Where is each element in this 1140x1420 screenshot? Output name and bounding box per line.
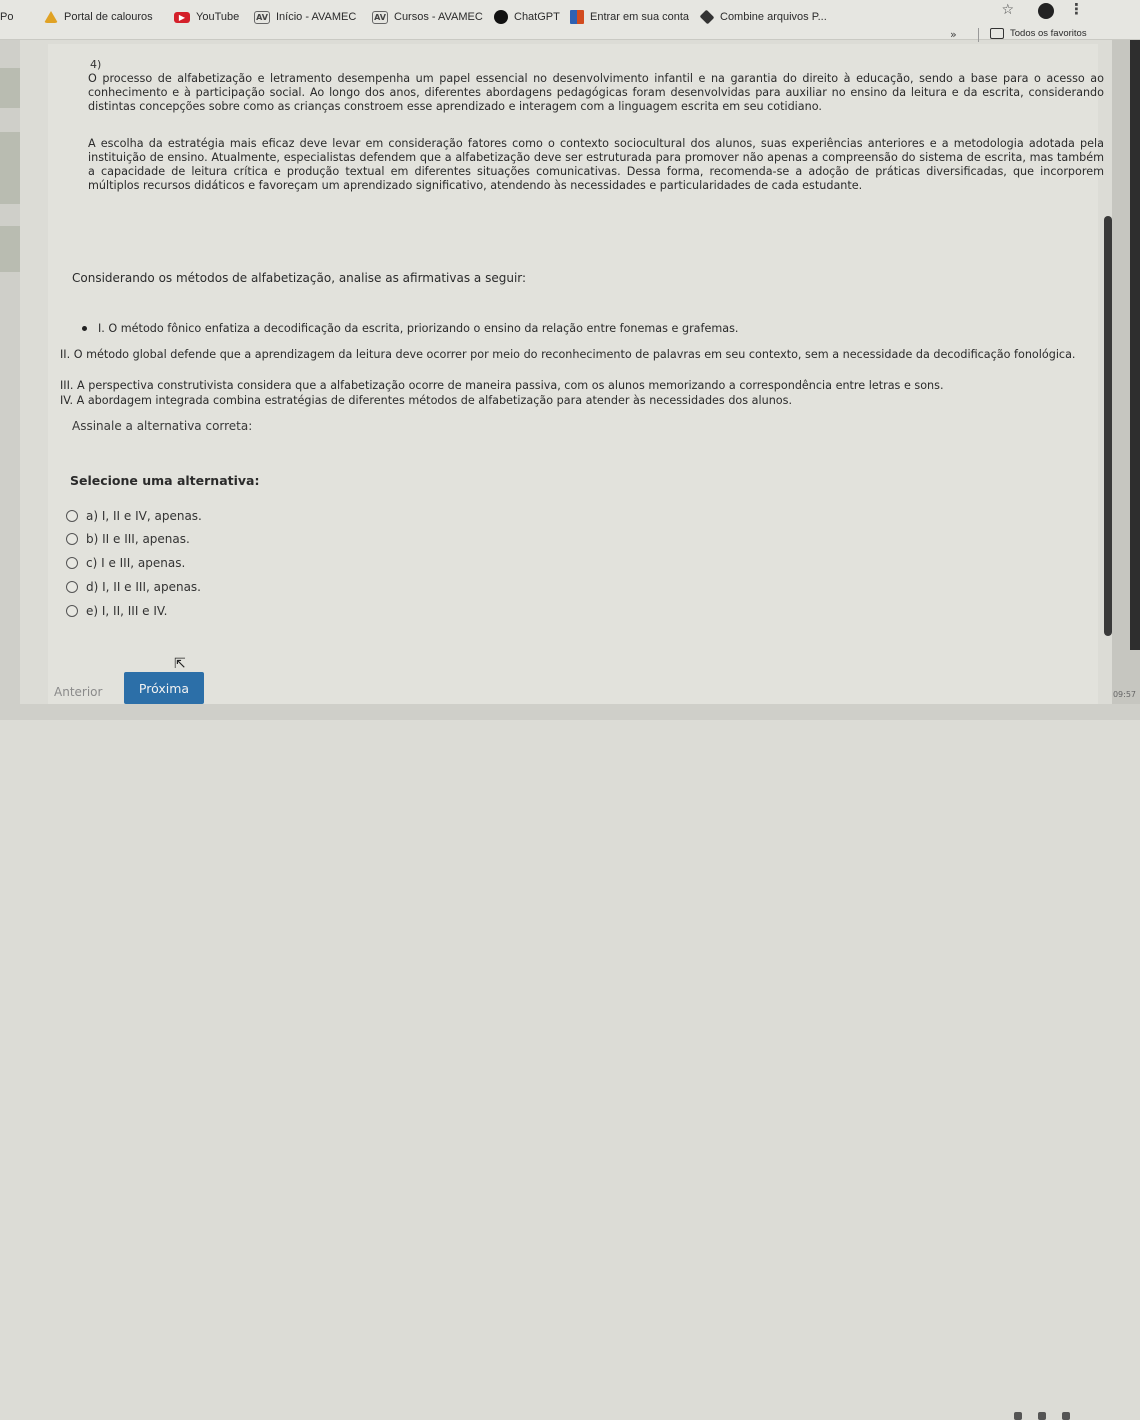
bookmarks-overflow-button[interactable]: » [950, 28, 957, 41]
window-scrollbar[interactable] [1130, 40, 1140, 650]
bookmark-label: YouTube [196, 11, 240, 23]
statement-4: IV. A abordagem integrada combina estrat… [60, 394, 793, 407]
bookmark-chatgpt[interactable]: ChatGPT [494, 6, 560, 28]
bookmark-label: Início - AVAMEC [276, 11, 357, 23]
radio-button[interactable] [66, 510, 78, 522]
bookmark-cursos-avamec[interactable]: AV Cursos - AVAMEC [372, 6, 483, 28]
star-icon[interactable]: ☆ [1001, 2, 1014, 18]
option-label: e) I, II, III e IV. [86, 604, 168, 618]
combine-icon [699, 9, 715, 25]
radio-button[interactable] [66, 533, 78, 545]
question-number: 4) [90, 58, 102, 71]
radio-button[interactable] [66, 557, 78, 569]
divider [978, 28, 979, 42]
battery-icon[interactable] [1062, 1412, 1070, 1420]
bullet-icon [82, 326, 87, 331]
statement-1: I. O método fônico enfatiza a decodifica… [98, 322, 739, 335]
left-sidebar [0, 40, 20, 720]
bookmark-entrar-em-sua-conta[interactable]: Entrar em sua conta [570, 6, 689, 28]
mouse-pointer-icon: ⇱ [174, 656, 186, 672]
option-d[interactable]: d) I, II e III, apenas. [66, 578, 201, 596]
menu-icon[interactable]: ⋮ [1069, 0, 1084, 18]
bookmark-po[interactable]: Po [0, 6, 13, 28]
folder-icon [990, 27, 1004, 39]
radio-button[interactable] [66, 581, 78, 593]
bookmark-label: Combine arquivos P... [720, 11, 827, 23]
bookmark-label: Po [0, 11, 14, 23]
bookmark-inicio-avamec[interactable]: AV Início - AVAMEC [254, 6, 356, 28]
sidebar-block [0, 226, 20, 272]
avamec-icon: AV [372, 10, 388, 24]
bookmark-label: ChatGPT [514, 11, 560, 23]
sidebar-block [0, 132, 20, 204]
question-prompt: Considerando os métodos de alfabetização… [72, 271, 527, 285]
option-label: a) I, II e IV, apenas. [86, 509, 202, 523]
option-label: d) I, II e III, apenas. [86, 580, 201, 594]
context-paragraph-1: O processo de alfabetização e letramento… [88, 72, 1104, 113]
all-bookmarks-label: Todos os favoritos [1010, 27, 1087, 39]
microsoft-icon [570, 10, 584, 24]
select-alternative-label: Selecione uma alternativa: [70, 473, 260, 488]
option-c[interactable]: c) I e III, apenas. [66, 554, 185, 572]
taskbar [0, 704, 1140, 1420]
avamec-icon: AV [254, 10, 270, 24]
triangle-logo-icon [44, 11, 58, 23]
option-e[interactable]: e) I, II, III e IV. [66, 602, 167, 620]
statement-3: III. A perspectiva construtivista consid… [60, 379, 944, 392]
bookmark-label: Entrar em sua conta [590, 11, 690, 23]
previous-button[interactable]: Anterior [54, 681, 118, 703]
context-paragraph-2: A escolha da estratégia mais eficaz deve… [88, 137, 1104, 192]
system-clock: 09:57 [1112, 690, 1136, 699]
bookmarks-bar: Po Portal de calouros ▶ YouTube AV Iníci… [0, 0, 1140, 42]
option-label: b) II e III, apenas. [86, 532, 190, 546]
statement-2: II. O método global defende que a aprend… [60, 348, 1076, 361]
sidebar-block [0, 68, 20, 108]
option-a[interactable]: a) I, II e IV, apenas. [66, 507, 202, 525]
tray-icon[interactable] [1014, 1412, 1022, 1420]
instruction-text: Assinale a alternativa correta: [72, 419, 253, 433]
option-b[interactable]: b) II e III, apenas. [66, 530, 190, 548]
profile-icon[interactable] [1038, 3, 1054, 19]
question-panel: 4) O processo de alfabetização e letrame… [48, 44, 1104, 720]
volume-icon[interactable] [1038, 1412, 1046, 1420]
bookmark-combine-arquivos[interactable]: Combine arquivos P... [699, 6, 827, 28]
bookmark-label: Cursos - AVAMEC [394, 11, 483, 23]
option-label: c) I e III, apenas. [86, 556, 186, 570]
bookmark-label: Portal de calouros [64, 11, 153, 23]
youtube-icon: ▶ [174, 11, 190, 23]
radio-button[interactable] [66, 605, 78, 617]
bookmark-youtube[interactable]: ▶ YouTube [174, 6, 239, 28]
chatgpt-icon [494, 10, 508, 24]
bookmark-portal-de-calouros[interactable]: Portal de calouros [44, 6, 153, 28]
next-button[interactable]: Próxima [124, 672, 204, 704]
page-scrollbar-thumb[interactable] [1104, 216, 1112, 636]
all-bookmarks-button[interactable]: Todos os favoritos [990, 22, 1087, 44]
